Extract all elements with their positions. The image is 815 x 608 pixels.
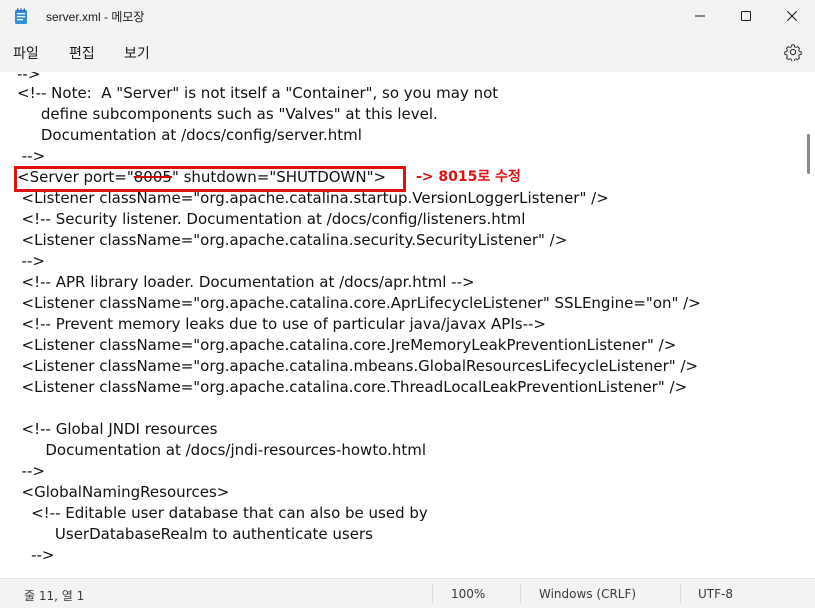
code-line: <!-- Global JNDI resources [12,420,218,438]
code-line: <Listener className="org.apache.catalina… [12,294,701,312]
code-line: <Listener className="org.apache.catalina… [12,336,677,354]
annotation-highlight-box [14,166,406,192]
menu-bar: 파일 편집 보기 [0,32,815,72]
code-line: <!-- APR library loader. Documentation a… [12,273,475,291]
maximize-icon [741,11,751,21]
scrollbar-thumb[interactable] [807,134,810,174]
code-line: <GlobalNamingResources> [12,483,230,501]
close-button[interactable] [769,0,815,32]
code-line: <!-- Security listener. Documentation at… [12,210,526,228]
code-line: Documentation at /docs/config/server.htm… [17,126,362,144]
text-editor[interactable]: --> <!-- Note: A "Server" is not itself … [0,72,815,578]
code-line: --> [12,252,45,270]
maximize-button[interactable] [723,0,769,32]
minimize-button[interactable] [677,0,723,32]
code-line: <!-- Editable user database that can als… [12,504,428,522]
code-line: --> [12,462,45,480]
minimize-icon [695,15,705,17]
encoding: UTF-8 [698,587,733,601]
close-icon [787,11,797,21]
menu-edit[interactable]: 편집 [69,43,95,63]
title-bar: server.xml - 메모장 [0,0,815,32]
code-line: define subcomponents such as "Valves" at… [17,105,438,123]
code-line: <Listener className="org.apache.catalina… [12,231,568,249]
status-bar: 줄 11, 열 1 100% Windows (CRLF) UTF-8 [0,578,815,608]
status-divider [680,585,681,603]
zoom-level: 100% [451,587,486,601]
window-title: server.xml - 메모장 [46,10,145,24]
code-line: --> [12,546,55,564]
gear-icon[interactable] [784,43,802,61]
menu-file[interactable]: 파일 [13,43,39,63]
code-line: Documentation at /docs/jndi-resources-ho… [12,441,427,459]
status-divider [432,585,433,603]
annotation-text: -> 8015로 수정 [416,169,521,185]
notepad-icon [15,8,27,24]
cursor-position: 줄 11, 열 1 [24,589,85,603]
code-line: <Listener className="org.apache.catalina… [12,378,688,396]
line-ending: Windows (CRLF) [539,587,637,601]
status-divider [520,585,521,603]
code-line: --> [17,147,46,165]
code-line: <!-- Note: A "Server" is not itself a "C… [17,84,499,102]
menu-view[interactable]: 보기 [124,43,150,63]
code-line: UserDatabaseRealm to authenticate users [12,525,373,543]
code-line: <!-- Prevent memory leaks due to use of … [12,315,546,333]
vertical-scrollbar[interactable] [803,72,815,578]
code-line: <Listener className="org.apache.catalina… [12,357,699,375]
